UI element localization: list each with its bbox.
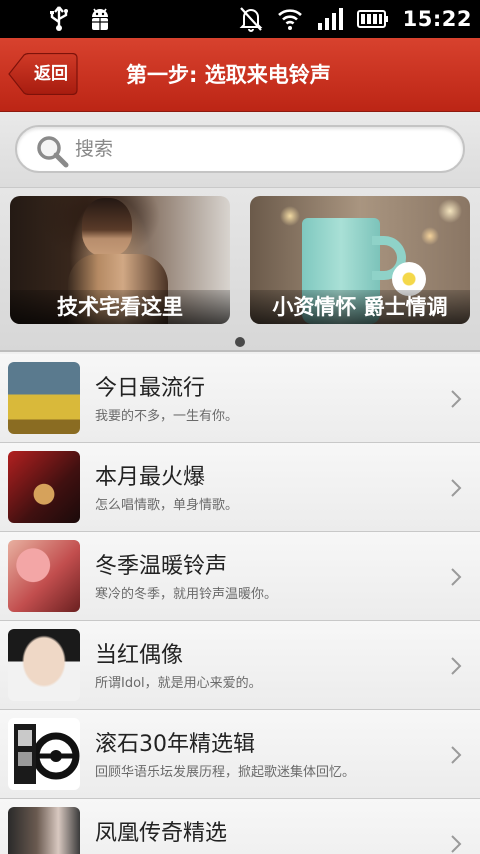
- chevron-right-icon: [450, 656, 462, 680]
- title-bar: 返回 第一步: 选取来电铃声: [0, 38, 480, 112]
- back-button-label: 返回: [34, 64, 68, 84]
- category-thumbnail: [8, 629, 80, 701]
- android-debug-icon: [88, 6, 112, 32]
- list-item[interactable]: 当红偶像 所谓Idol，就是用心来爱的。: [0, 621, 480, 710]
- category-list: 今日最流行 我要的不多，一生有你。 本月最火爆 怎么唱情歌，单身情歌。 冬季温暖…: [0, 354, 480, 854]
- battery-icon: [356, 9, 389, 29]
- category-name: 今日最流行: [95, 376, 206, 401]
- list-item[interactable]: 冬季温暖铃声 寒冷的冬季，就用铃声温暖你。: [0, 532, 480, 621]
- category-description: 寒冷的冬季，就用铃声温暖你。: [95, 587, 278, 602]
- category-name: 当红偶像: [95, 643, 184, 668]
- list-item[interactable]: 今日最流行 我要的不多，一生有你。: [0, 354, 480, 443]
- chevron-right-icon: [450, 478, 462, 502]
- signal-icon: [317, 7, 343, 31]
- chevron-right-icon: [450, 834, 462, 854]
- chevron-right-icon: [450, 745, 462, 769]
- featured-carousel: 技术宅看这里 小资情怀 爵士情调: [0, 188, 480, 352]
- status-bar: 15:22: [0, 0, 480, 38]
- featured-card-caption: 技术宅看这里: [10, 290, 230, 324]
- category-description: 回顾华语乐坛发展历程，掀起歌迷集体回忆。: [95, 765, 356, 780]
- search-icon: [35, 134, 69, 172]
- category-description: 怎么唱情歌，单身情歌。: [95, 498, 239, 513]
- list-item[interactable]: 凤凰传奇精选: [0, 799, 480, 854]
- ringtone-picker-screen: 15:22 返回 第一步: 选取来电铃声 技术宅看这里: [0, 0, 480, 854]
- back-button[interactable]: 返回: [8, 53, 78, 95]
- list-item[interactable]: 本月最火爆 怎么唱情歌，单身情歌。: [0, 443, 480, 532]
- list-item[interactable]: 滚石30年精选辑 回顾华语乐坛发展历程，掀起歌迷集体回忆。: [0, 710, 480, 799]
- category-name: 凤凰传奇精选: [95, 821, 228, 846]
- category-description: 所谓Idol，就是用心来爱的。: [95, 676, 262, 691]
- usb-icon: [48, 6, 70, 32]
- category-thumbnail: [8, 362, 80, 434]
- category-thumbnail: [8, 807, 80, 854]
- category-name: 滚石30年精选辑: [95, 732, 255, 757]
- category-thumbnail: [8, 718, 80, 790]
- search-box[interactable]: [15, 125, 465, 173]
- chevron-right-icon: [450, 567, 462, 591]
- featured-card-jazz[interactable]: 小资情怀 爵士情调: [250, 196, 470, 324]
- search-bar: [0, 112, 480, 188]
- alarm-off-icon: [239, 6, 263, 32]
- search-input[interactable]: [75, 134, 445, 164]
- carousel-page-indicator[interactable]: [235, 337, 245, 347]
- featured-card-tech[interactable]: 技术宅看这里: [10, 196, 230, 324]
- chevron-right-icon: [450, 389, 462, 413]
- category-name: 冬季温暖铃声: [95, 554, 228, 579]
- category-description: 我要的不多，一生有你。: [95, 409, 239, 424]
- page-title: 第一步: 选取来电铃声: [126, 63, 331, 87]
- category-thumbnail: [8, 540, 80, 612]
- featured-image-tech: [82, 198, 132, 256]
- wifi-icon: [277, 7, 303, 31]
- category-thumbnail: [8, 451, 80, 523]
- status-clock: 15:22: [402, 7, 472, 31]
- category-name: 本月最火爆: [95, 465, 206, 490]
- featured-card-caption: 小资情怀 爵士情调: [250, 290, 470, 324]
